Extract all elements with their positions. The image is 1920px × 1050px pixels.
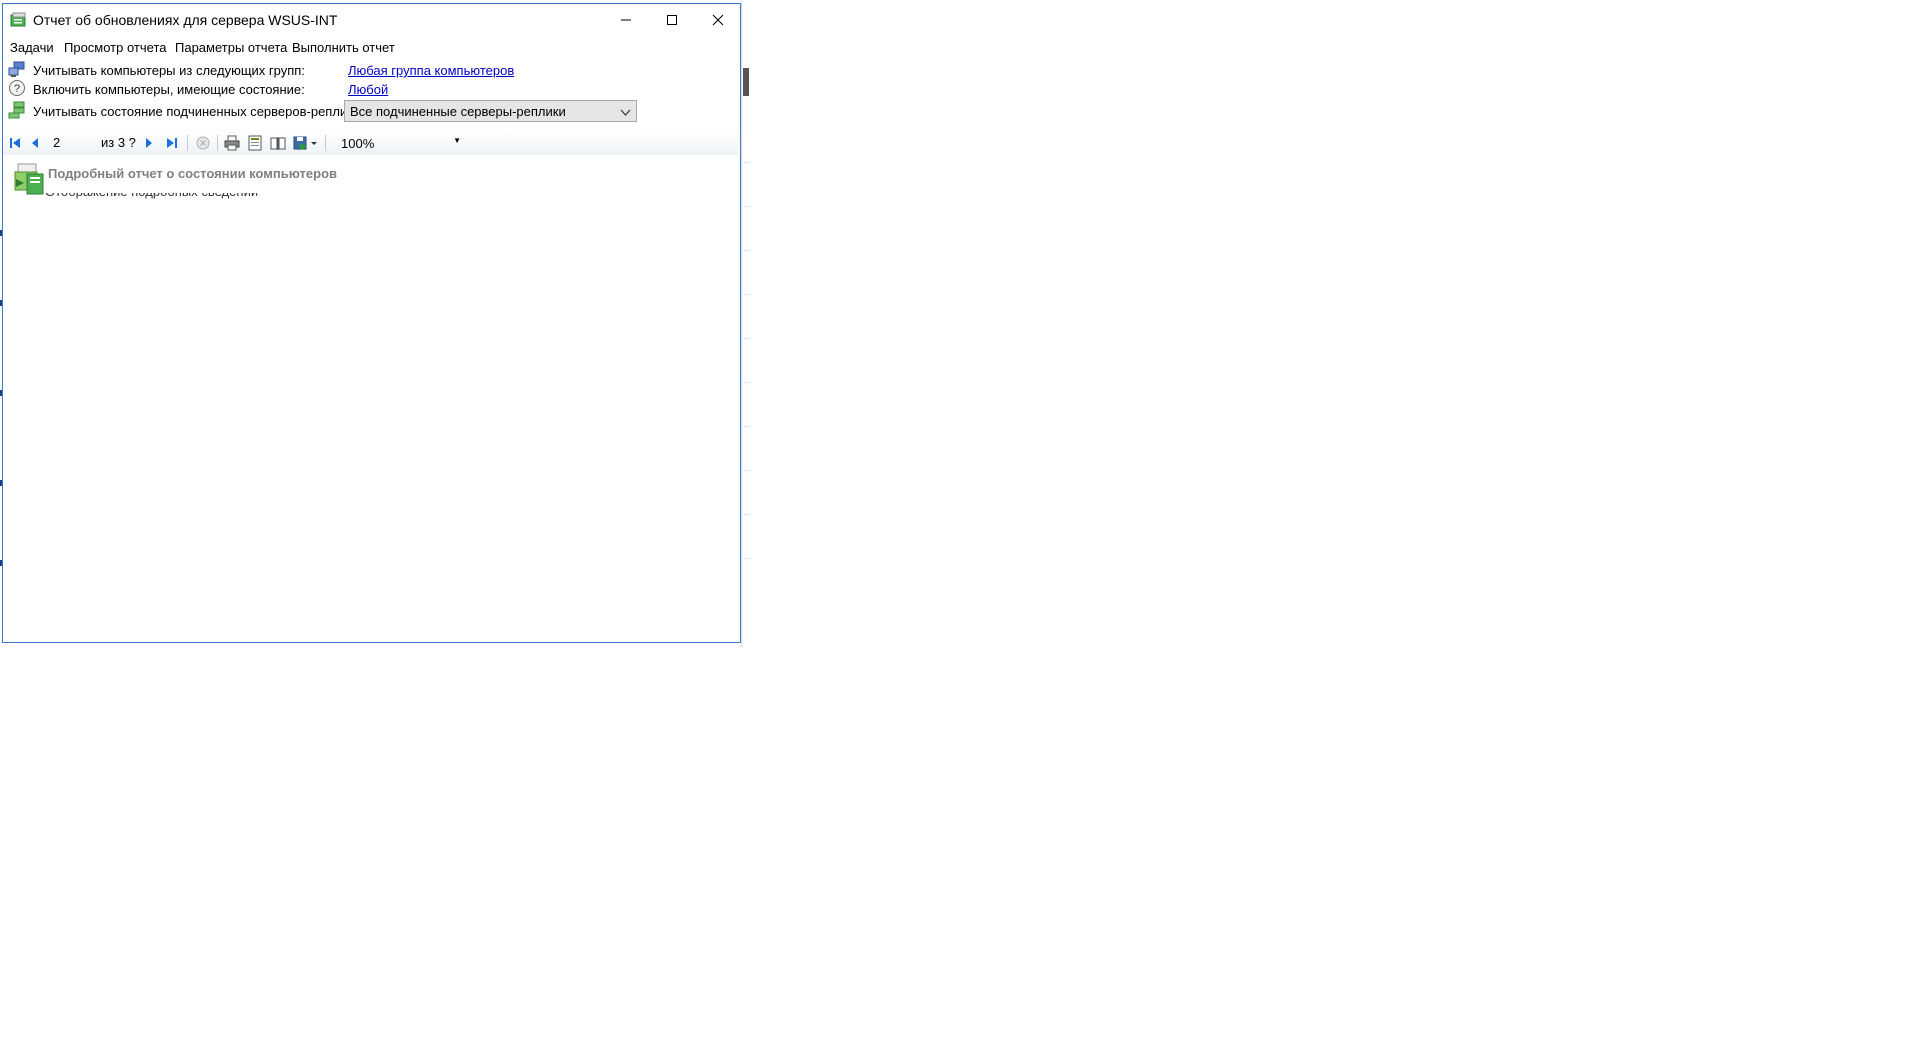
svg-text:?: ? [14,83,20,95]
computer-groups-icon [8,60,26,78]
print-button[interactable] [223,134,241,152]
page-number-input[interactable]: 2 [49,134,89,152]
replica-label: Учитывать состояние подчиненных серверов… [33,104,357,119]
replica-dropdown-value: Все подчиненные серверы-реплики [350,104,566,119]
title-bar[interactable]: Отчет об обновлениях для сервера WSUS-IN… [3,4,740,36]
page-setup-button[interactable] [269,134,287,152]
next-page-button[interactable] [140,134,158,152]
param-row-status: ? Включить компьютеры, имеющие состояние… [3,79,738,99]
page-setup-icon [270,137,286,150]
next-page-icon [146,138,152,148]
stop-icon [196,136,210,150]
status-link[interactable]: Любой [348,82,388,97]
replica-dropdown[interactable]: Все подчиненные серверы-реплики [344,100,637,122]
toolbar-separator [325,135,326,151]
report-window: Отчет об обновлениях для сервера WSUS-IN… [2,3,741,643]
print-icon [224,135,240,151]
toolbar-separator [187,135,188,151]
groups-link[interactable]: Любая группа компьютеров [348,63,514,78]
first-page-icon [10,138,20,148]
report-window-icon [10,12,28,28]
report-viewer-toolbar: 2 из 3 ? 100% ▼ [3,131,738,155]
replica-servers-icon [8,101,26,119]
report-subtitle-text: Отображение подробных сведений [45,193,258,199]
report-title: Подробный отчет о состоянии компьютеров [48,166,337,181]
toolbar-separator [217,135,218,151]
menu-tasks[interactable]: Задачи [10,40,54,55]
zoom-select[interactable]: 100% ▼ [337,134,465,152]
menu-report-options[interactable]: Параметры отчета [175,40,287,55]
page-count-label: из 3 ? [101,135,136,150]
menu-run-report[interactable]: Выполнить отчет [292,40,395,55]
minimize-icon [621,19,631,21]
first-page-button[interactable] [6,134,24,152]
stop-button[interactable] [194,134,212,152]
close-icon [712,14,724,26]
param-row-groups: Учитывать компьютеры из следующих групп:… [3,60,738,80]
background-window-scroll-thumb [743,68,749,96]
last-page-icon [167,138,177,148]
previous-page-icon [32,138,38,148]
export-button[interactable] [292,134,320,152]
previous-page-button[interactable] [26,134,44,152]
window-title: Отчет об обновлениях для сервера WSUS-IN… [33,12,338,28]
print-layout-button[interactable] [246,134,264,152]
maximize-icon [667,15,677,25]
menu-view-report[interactable]: Просмотр отчета [64,40,167,55]
report-content-area: Подробный отчет о состоянии компьютеров … [3,156,738,640]
zoom-dropdown-arrow-icon: ▼ [453,136,461,145]
zoom-value: 100% [341,136,375,151]
background-window-edge-right [741,0,750,647]
report-subtitle-clipped: Отображение подробных сведений [45,193,335,200]
status-label: Включить компьютеры, имеющие состояние: [33,82,305,97]
chevron-down-icon [620,105,631,121]
close-button[interactable] [695,4,741,36]
export-icon [293,136,317,150]
print-layout-icon [248,135,262,151]
minimize-button[interactable] [603,4,649,36]
groups-label: Учитывать компьютеры из следующих групп: [33,63,305,78]
maximize-button[interactable] [649,4,695,36]
last-page-button[interactable] [163,134,181,152]
computer-status-report-icon [12,162,48,196]
menu-bar: Задачи Просмотр отчета Параметры отчета … [3,36,740,58]
help-icon: ? [8,79,26,97]
